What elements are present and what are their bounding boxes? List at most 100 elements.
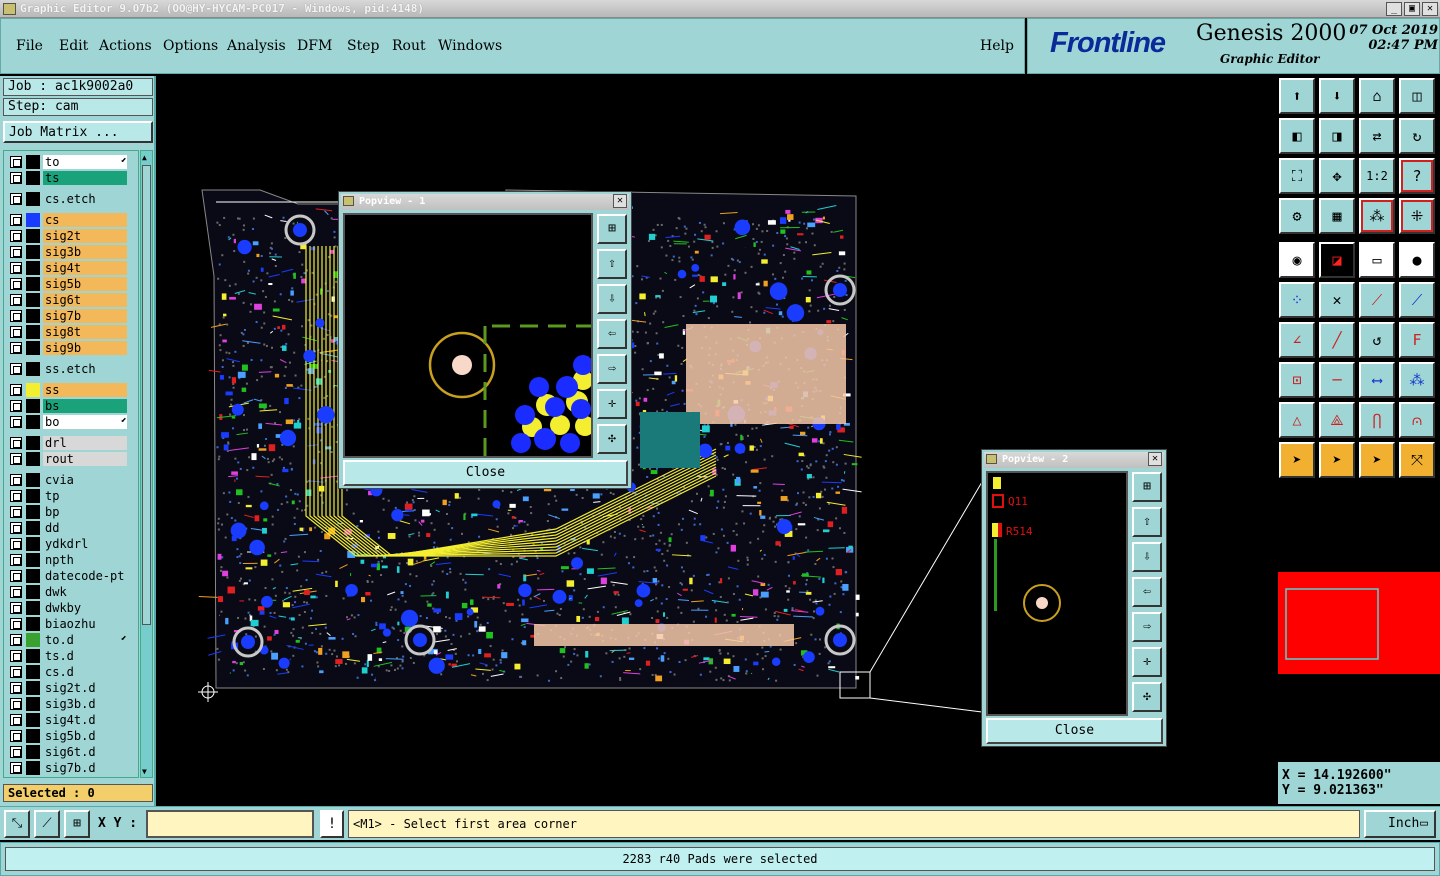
layer-checkbox[interactable] [10,156,22,168]
layer-checkbox[interactable] [10,490,22,502]
connect-icon[interactable]: ⁘ [1279,282,1315,318]
units-dropdown[interactable]: Inch ▭ [1364,810,1436,838]
pop1-zoom-out-icon[interactable]: ✣ [597,424,627,454]
layer-name[interactable]: sig2t [43,229,127,243]
layer-row[interactable]: sig3b [8,245,128,259]
layer-color-swatch[interactable] [26,553,40,567]
layer-color-swatch[interactable] [26,665,40,679]
cross-icon[interactable]: ✕ [1319,282,1355,318]
menu-analysis[interactable]: Analysis [227,38,286,54]
layer-row[interactable]: ydkdrl [8,537,128,551]
layer-color-swatch[interactable] [26,383,40,397]
layer-name[interactable]: bs [43,399,127,413]
layer-name[interactable]: cs [43,213,127,227]
measure-icon[interactable]: ◪ [1319,242,1355,278]
layer-color-swatch[interactable] [26,171,40,185]
layer-color-swatch[interactable] [26,452,40,466]
layer-checkbox[interactable] [10,474,22,486]
layer-checkbox[interactable] [10,586,22,598]
layer-display-icon[interactable]: ⁂ [1359,198,1395,234]
home-down-icon[interactable]: ⬇ [1319,78,1355,114]
layer-color-swatch[interactable] [26,713,40,727]
layer-list[interactable]: to ⬋ ts cs.etch cs sig2t sig3b sig4t sig5b sig6t s… [3,150,139,778]
layer-checkbox[interactable] [10,193,22,205]
layer-checkbox[interactable] [10,762,22,774]
layer-name[interactable]: biaozhu [43,617,127,631]
layer-name[interactable]: sig8t [43,325,127,339]
scroll-up-icon[interactable]: ▲ [142,153,151,162]
popview-1-close-icon[interactable]: ✕ [613,194,627,208]
layer-name[interactable]: tp [43,489,127,503]
pop1-pan-down-icon[interactable]: ⇩ [597,284,627,314]
layer-color-swatch[interactable] [26,489,40,503]
layer-checkbox[interactable] [10,618,22,630]
layer-checkbox[interactable] [10,506,22,518]
layer-color-swatch[interactable] [26,261,40,275]
layer-row[interactable]: dwkby [8,601,128,615]
layer-row[interactable]: cvia [8,473,128,487]
xy-input[interactable] [146,810,314,838]
redraw-icon[interactable]: ↻ [1399,118,1435,154]
snap-grid-icon[interactable]: ⊞ [64,810,90,838]
layer-scrollbar[interactable]: ▲ ▼ [140,150,153,778]
pop1-pan-right-icon[interactable]: ⇨ [597,354,627,384]
layer-row[interactable]: sig6t.d [8,745,128,759]
layer-color-swatch[interactable] [26,633,40,647]
layer-color-swatch[interactable] [26,569,40,583]
layer-row[interactable]: bp [8,505,128,519]
layer-row[interactable]: sig8t [8,325,128,339]
layer-name[interactable]: to.d [43,633,127,647]
layer-color-swatch[interactable] [26,213,40,227]
help-question-icon[interactable]: ? [1399,158,1435,194]
layer-checkbox[interactable] [10,326,22,338]
layer-row[interactable]: tp [8,489,128,503]
minimize-button[interactable]: _ [1386,2,1402,16]
layer-name[interactable]: ss [43,383,127,397]
layer-color-swatch[interactable] [26,362,40,376]
layer-color-swatch[interactable] [26,229,40,243]
arch-line-icon[interactable]: ⩀ [1399,402,1435,438]
snap-icon[interactable]: ◉ [1279,242,1315,278]
layer-row[interactable]: sig5b [8,277,128,291]
layer-name[interactable]: sig4t.d [43,713,127,727]
layer-color-swatch[interactable] [26,309,40,323]
pad-icon[interactable]: ● [1399,242,1435,278]
window-split-icon[interactable]: ◫ [1399,78,1435,114]
layer-name[interactable]: sig3b.d [43,697,127,711]
popview-2-close-icon[interactable]: ✕ [1148,452,1162,466]
layer-color-swatch[interactable] [26,473,40,487]
layer-name[interactable]: sig6t [43,293,127,307]
job-matrix-button[interactable]: Job Matrix ... [3,121,153,143]
layer-name[interactable]: cs.d [43,665,127,679]
layer-row[interactable]: sig9b [8,341,128,355]
layer-row[interactable]: to.d ⬋ [8,633,128,647]
layer-color-swatch[interactable] [26,537,40,551]
layer-color-swatch[interactable] [26,681,40,695]
pop2-zoom-fit-icon[interactable]: ⊞ [1132,472,1162,502]
arc-icon[interactable]: ↺ [1359,322,1395,358]
layer-color-swatch[interactable] [26,245,40,259]
layer-row[interactable]: drl [8,436,128,450]
layer-row[interactable]: datecode-pt [8,569,128,583]
layer-checkbox[interactable] [10,570,22,582]
menu-file[interactable]: File [16,38,43,54]
pop2-pan-up-icon[interactable]: ⇧ [1132,507,1162,537]
menu-edit[interactable]: Edit [59,38,88,54]
layer-name[interactable]: dd [43,521,127,535]
menu-actions[interactable]: Actions [99,38,152,54]
layer-checkbox[interactable] [10,453,22,465]
select-net-icon[interactable]: ⤧ [1399,442,1435,478]
layer-row[interactable]: ts.d [8,649,128,663]
menu-help[interactable]: Help [980,38,1014,54]
layer-name[interactable]: datecode-pt [43,569,127,583]
zoom-home-icon[interactable]: ⛶ [1279,158,1315,194]
alert-icon[interactable]: ! [320,810,344,838]
menu-dfm[interactable]: DFM [297,38,332,54]
arch-icon[interactable]: ⋂ [1359,402,1395,438]
layer-name[interactable]: sig6t.d [43,745,127,759]
multi-pad-icon[interactable]: ⁂ [1399,362,1435,398]
layer-checkbox[interactable] [10,400,22,412]
popview-1-canvas[interactable] [343,213,595,458]
layer-checkbox[interactable] [10,746,22,758]
layer-checkbox[interactable] [10,262,22,274]
